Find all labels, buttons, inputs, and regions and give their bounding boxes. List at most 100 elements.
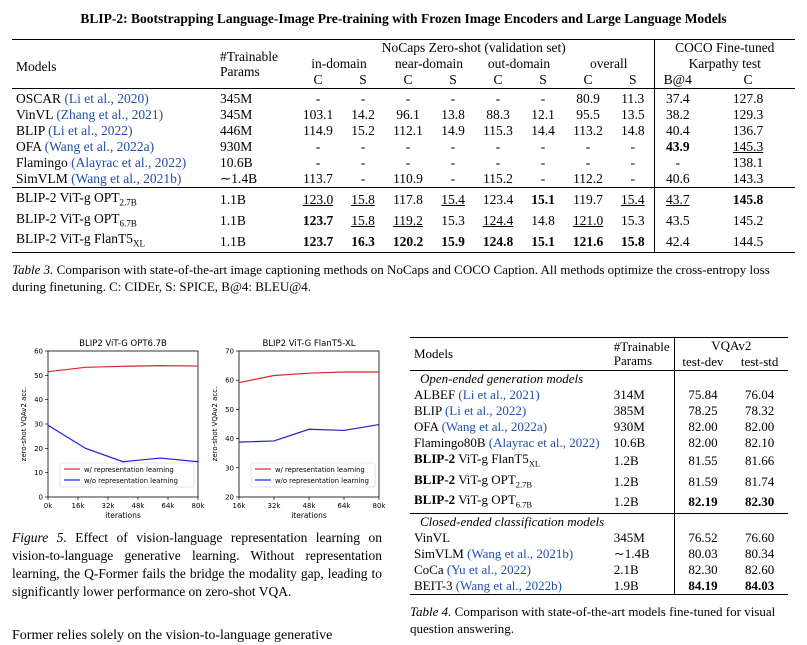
- x-tick-label: 0k: [44, 502, 53, 510]
- score-cell: 123.7: [294, 211, 342, 232]
- test-dev-value: 84.19: [688, 577, 718, 593]
- test-dev-cell: 82.00: [673, 435, 732, 451]
- score-cell: -: [474, 139, 522, 155]
- model-name-cell: BLIP (Li et al., 2022): [12, 123, 216, 139]
- score-cell: -: [294, 139, 342, 155]
- model-name-cell: SimVLM (Wang et al., 2021b): [12, 171, 216, 188]
- model-name: VinVL: [414, 529, 451, 545]
- model-name: BLIP-2: [414, 471, 456, 487]
- test-dev-cell: 81.59: [673, 471, 732, 493]
- score-value: 112.2: [573, 171, 603, 186]
- header-models-label: Models: [16, 59, 57, 74]
- score-value: 42.4: [665, 233, 690, 249]
- params-cell: 10.6B: [216, 155, 294, 171]
- score-value: 12.1: [531, 107, 555, 122]
- score-cell: -: [564, 139, 612, 155]
- score-cell: 40.6: [653, 171, 701, 188]
- header-test-std-label: test-std: [740, 354, 779, 369]
- test-dev-cell: 75.84: [673, 387, 732, 403]
- table4-caption-text: Comparison with state-of-the-art models …: [410, 603, 776, 636]
- model-name: ALBEF: [414, 387, 456, 402]
- test-dev-cell: 82.30: [673, 561, 732, 578]
- model-variant: ViT-g OPT: [458, 492, 516, 508]
- score-cell: 117.8: [384, 188, 432, 211]
- table3-row: OFA (Wang et al., 2022a) 930M - - - - - - - - 43.9…: [12, 139, 795, 155]
- test-std-value: 82.00: [745, 419, 775, 434]
- model-name-cell: CoCa (Yu et al., 2022): [410, 562, 610, 578]
- header-coco2: Karpathy test: [653, 56, 795, 72]
- score-cell: 13.8: [432, 107, 474, 123]
- score-cell: 144.5: [701, 231, 795, 252]
- model-name-cell: BLIP-2 ViT-g OPT2.7B: [410, 472, 610, 493]
- score-cell: 145.8: [701, 188, 795, 211]
- model-size: 6.7B: [515, 499, 533, 510]
- table4-row: BLIP-2 ViT-g OPT2.7B 1.2B 81.59 81.74: [410, 471, 788, 493]
- score-cell: 115.2: [474, 171, 522, 188]
- model-name: OFA: [16, 139, 42, 154]
- score-value: 14.8: [620, 123, 645, 138]
- score-value: 113.2: [573, 123, 603, 138]
- header-group: overall: [564, 56, 654, 72]
- test-std-cell: 82.30: [731, 492, 788, 513]
- params-value: 314M: [613, 387, 645, 402]
- test-std-value: 82.10: [745, 435, 775, 450]
- header-params-line2: Params: [613, 353, 653, 368]
- score-cell: 15.2: [342, 123, 384, 139]
- table3-row: BLIP (Li et al., 2022) 446M 114.9 15.2 112.1…: [12, 123, 795, 139]
- header-params-line1: #Trainable: [613, 339, 670, 354]
- score-value: 121.0: [572, 213, 604, 229]
- model-name: BEIT-3: [414, 577, 453, 593]
- header-test-std: test-std: [731, 354, 788, 371]
- test-dev-cell: 81.55: [673, 451, 732, 472]
- table4-row: Flamingo80B (Alayrac et al., 2022) 10.6B 8…: [410, 435, 788, 451]
- score-value: 120.2: [392, 233, 424, 249]
- score-value: -: [540, 91, 546, 106]
- score-cell: -: [432, 155, 474, 171]
- params-value: 1.1B: [220, 192, 246, 208]
- test-dev-value: 82.00: [688, 419, 718, 434]
- score-cell: 14.2: [342, 107, 384, 123]
- params-cell: 1.2B: [610, 492, 674, 513]
- test-std-cell: 84.03: [731, 578, 788, 595]
- score-value: 13.8: [441, 107, 465, 122]
- score-value: -: [585, 155, 591, 170]
- model-name-cell: BLIP-2 ViT-g OPT2.7B: [12, 188, 216, 211]
- score-cell: -: [474, 89, 522, 108]
- score-value: 117.8: [393, 192, 423, 208]
- section-title-cell: Open-ended generation models: [410, 371, 610, 388]
- series-line: [47, 364, 199, 373]
- params-cell: 1.2B: [610, 472, 674, 493]
- score-value: 96.1: [396, 107, 420, 122]
- legend-label: w/ representation learning: [84, 466, 174, 474]
- table3-header-row1: Models #Trainable Params NoCaps Zero-shot (…: [12, 40, 795, 79]
- citation: (Wang et al., 2021b): [71, 171, 182, 186]
- score-cell: -: [564, 155, 612, 171]
- score-value: 11.3: [621, 91, 645, 106]
- model-name-cell: VinVL (Zhang et al., 2021): [12, 107, 216, 123]
- y-tick-label: 50: [225, 406, 234, 414]
- params-cell: 345M: [610, 530, 674, 546]
- section-spacer: [610, 371, 674, 388]
- header-metric: B@4: [653, 72, 701, 89]
- model-size: XL: [132, 239, 145, 250]
- header-metric-label: C: [403, 72, 413, 87]
- series-line: [238, 423, 380, 443]
- model-size: 6.7B: [119, 218, 137, 229]
- model-name: BLIP-2 ViT-g FlanT5: [16, 231, 133, 247]
- table3: Models #Trainable Params NoCaps Zero-shot (…: [12, 39, 795, 295]
- model-name: BLIP: [414, 403, 442, 418]
- score-cell: 38.2: [653, 107, 701, 123]
- test-dev-value: 81.55: [688, 453, 718, 469]
- score-cell: 119.7: [564, 188, 612, 211]
- header-group: in-domain: [294, 56, 384, 72]
- score-cell: 124.4: [474, 211, 522, 232]
- header-metric-label: C: [743, 72, 753, 87]
- test-dev-value: 82.00: [688, 435, 718, 450]
- model-name-cell: BLIP-2 ViT-g FlanT5XL: [410, 451, 610, 472]
- score-cell: -: [342, 139, 384, 155]
- score-cell: -: [384, 89, 432, 108]
- header-metric: C: [564, 72, 612, 89]
- table3-row: SimVLM (Wang et al., 2021b) ∼1.4B 113.7 - 11…: [12, 171, 795, 188]
- score-cell: 15.4: [432, 188, 474, 211]
- score-cell: 103.1: [294, 107, 342, 123]
